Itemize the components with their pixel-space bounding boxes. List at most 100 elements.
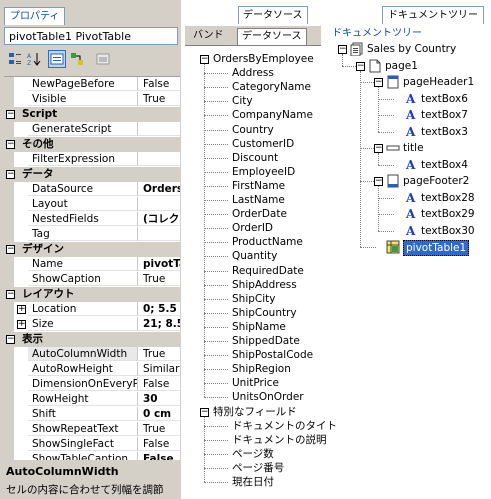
- datasource-field[interactable]: CategoryName: [232, 80, 311, 94]
- document-tree-node[interactable]: textBox28: [421, 191, 475, 205]
- datasource-field[interactable]: ShippedDate: [232, 334, 300, 348]
- property-value[interactable]: [138, 152, 180, 166]
- events-icon[interactable]: [68, 50, 86, 68]
- collapse-icon[interactable]: −: [6, 170, 15, 179]
- property-value[interactable]: True: [138, 347, 180, 361]
- property-value[interactable]: False: [138, 437, 180, 451]
- datasource-field[interactable]: UnitPrice: [232, 376, 279, 390]
- collapse-icon[interactable]: −: [200, 55, 209, 64]
- datasource-field[interactable]: Quantity: [232, 249, 277, 263]
- property-value[interactable]: True: [138, 422, 180, 436]
- special-fields-root[interactable]: 特別なフィールド: [213, 405, 297, 419]
- datasource-field[interactable]: CompanyName: [232, 108, 313, 122]
- collapse-icon[interactable]: −: [374, 78, 383, 87]
- special-field[interactable]: ドキュメントの説明: [232, 433, 327, 447]
- categorized-icon[interactable]: [6, 50, 24, 68]
- property-row[interactable]: ShowSingleFact False: [4, 437, 180, 452]
- property-row[interactable]: FilterExpression: [4, 152, 180, 167]
- document-tree-node[interactable]: textBox4: [421, 158, 468, 172]
- document-tree-node[interactable]: textBox3: [421, 125, 468, 139]
- datasource-field[interactable]: Country: [232, 123, 274, 137]
- datasource-field[interactable]: OrderDate: [232, 207, 287, 221]
- property-category[interactable]: − 表示: [4, 332, 180, 347]
- property-row[interactable]: Tag: [4, 227, 180, 242]
- subtab-band[interactable]: バンド: [189, 28, 228, 44]
- property-category[interactable]: − レイアウト: [4, 287, 180, 302]
- property-row[interactable]: NamepivotTa: [4, 257, 180, 272]
- property-value[interactable]: Similar: [138, 362, 180, 376]
- special-field[interactable]: ページ数: [232, 447, 274, 461]
- datasource-field[interactable]: EmployeeID: [232, 165, 295, 179]
- property-category[interactable]: − データ: [4, 167, 180, 182]
- datasource-field[interactable]: Address: [232, 66, 274, 80]
- datasource-field[interactable]: ProductName: [232, 235, 303, 249]
- property-value[interactable]: [138, 227, 180, 241]
- property-value[interactable]: False: [138, 77, 180, 91]
- document-tree-node[interactable]: pivotTable1: [403, 240, 470, 256]
- collapse-icon[interactable]: −: [6, 140, 15, 149]
- property-row[interactable]: Layout: [4, 197, 180, 212]
- expand-icon[interactable]: +: [17, 305, 26, 314]
- datasource-field[interactable]: LastName: [232, 193, 285, 207]
- document-tree-node[interactable]: textBox7: [421, 108, 468, 122]
- subtab-datasource[interactable]: データソース: [237, 28, 307, 45]
- collapse-icon[interactable]: −: [6, 335, 15, 344]
- document-tree-node[interactable]: textBox30: [421, 224, 475, 238]
- property-value[interactable]: 21; 8.5: [138, 317, 180, 331]
- special-field[interactable]: 現在日付: [232, 475, 274, 489]
- property-row[interactable]: NestedFields(コレクシ: [4, 212, 180, 227]
- property-value[interactable]: 0; 5.5 c: [138, 302, 180, 316]
- tab-document-tree[interactable]: ドキュメントツリー: [382, 6, 484, 24]
- tab-datasource[interactable]: データソース: [238, 6, 308, 24]
- tab-properties[interactable]: プロパティ: [4, 7, 66, 25]
- property-row[interactable]: NewPageBefore False: [4, 77, 180, 92]
- property-value[interactable]: False: [138, 452, 180, 460]
- datasource-field[interactable]: CustomerID: [232, 137, 294, 151]
- property-row[interactable]: Shift 0 cm: [4, 407, 180, 422]
- datasource-field[interactable]: ShipCity: [232, 292, 275, 306]
- datasource-field[interactable]: Discount: [232, 151, 278, 165]
- object-selector[interactable]: pivotTable1 PivotTable: [4, 27, 178, 45]
- property-value[interactable]: (コレクシ: [138, 212, 180, 226]
- property-value[interactable]: True: [138, 272, 180, 286]
- datasource-field[interactable]: OrderID: [232, 221, 273, 235]
- property-row[interactable]: ShowCaption True: [4, 272, 180, 287]
- datasource-field[interactable]: FirstName: [232, 179, 285, 193]
- property-row[interactable]: AutoRowHeight Similar: [4, 362, 180, 377]
- property-value[interactable]: [138, 122, 180, 136]
- property-row[interactable]: RowHeight 30: [4, 392, 180, 407]
- property-value[interactable]: False: [138, 377, 180, 391]
- property-category[interactable]: − デザイン: [4, 242, 180, 257]
- property-value[interactable]: 0 cm: [138, 407, 180, 421]
- property-row[interactable]: ShowRepeatText True: [4, 422, 180, 437]
- special-field[interactable]: ドキュメントのタイト: [232, 419, 337, 433]
- property-row[interactable]: +Location0; 5.5 c: [4, 302, 180, 317]
- document-tree-node[interactable]: Sales by Country: [367, 42, 456, 56]
- document-tree-node[interactable]: pageFooter2: [403, 174, 469, 188]
- datasource-field[interactable]: ShipPostalCode: [232, 348, 313, 362]
- special-field[interactable]: ページ番号: [232, 461, 284, 475]
- property-row[interactable]: DimensionOnEveryPa False: [4, 377, 180, 392]
- property-row[interactable]: ShowTableCaption False: [4, 452, 180, 460]
- property-row[interactable]: Visible True: [4, 92, 180, 107]
- datasource-root[interactable]: OrdersByEmployee: [213, 52, 314, 66]
- property-row[interactable]: GenerateScript: [4, 122, 180, 137]
- property-value[interactable]: Orders: [138, 182, 180, 196]
- alphabetical-icon[interactable]: AZ: [25, 50, 43, 68]
- datasource-field[interactable]: RequiredDate: [232, 264, 304, 278]
- property-value[interactable]: True: [138, 92, 180, 106]
- property-row[interactable]: AutoColumnWidth True: [4, 347, 180, 362]
- properties-icon[interactable]: [48, 50, 66, 68]
- expand-icon[interactable]: +: [17, 320, 26, 329]
- property-value[interactable]: [138, 197, 180, 211]
- document-tree-node[interactable]: page1: [385, 59, 418, 73]
- property-row[interactable]: DataSource Orders: [4, 182, 180, 197]
- collapse-icon[interactable]: −: [374, 144, 383, 153]
- property-value[interactable]: pivotTa: [138, 257, 180, 271]
- document-tree-node[interactable]: textBox6: [421, 92, 468, 106]
- datasource-field[interactable]: ShipAddress: [232, 278, 297, 292]
- property-category[interactable]: − その他: [4, 137, 180, 152]
- property-row[interactable]: + Size 21; 8.5: [4, 317, 180, 332]
- datasource-field[interactable]: ShipName: [232, 320, 286, 334]
- document-tree-node[interactable]: pageHeader1: [403, 75, 474, 89]
